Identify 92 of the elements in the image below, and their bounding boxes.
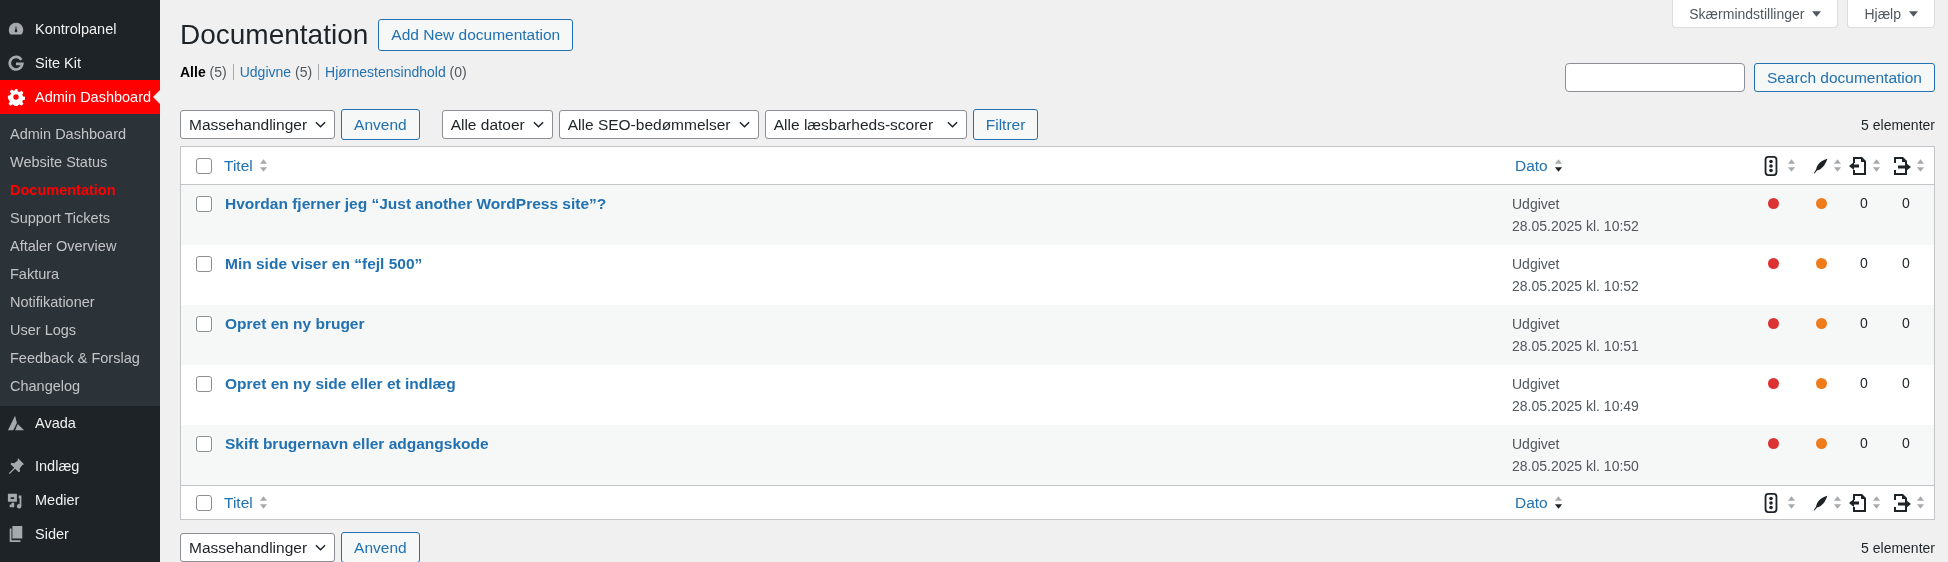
column-header[interactable]: Dato — [1512, 156, 1548, 175]
gear-icon — [7, 88, 25, 106]
checkbox[interactable] — [196, 196, 212, 212]
post-title-link[interactable]: Opret en ny bruger — [221, 315, 365, 333]
post-status: Udgivet — [1512, 255, 1560, 273]
chevron-icon — [738, 120, 750, 129]
link-count: 0 — [1901, 315, 1910, 331]
sort-icon[interactable] — [1553, 494, 1563, 511]
menu-item[interactable]: Admin Dashboard — [0, 80, 160, 114]
g-icon — [7, 54, 25, 72]
link-count: 0 — [1901, 195, 1910, 211]
document-arrow-icon — [1848, 155, 1868, 176]
link-count: 0 — [1901, 435, 1910, 451]
mountain-icon — [7, 414, 25, 432]
filter-select[interactable]: Alle SEO-bedømmelser — [558, 110, 759, 139]
checkbox[interactable] — [196, 376, 212, 392]
checkbox[interactable] — [196, 494, 212, 511]
menu-item[interactable]: Medier — [0, 483, 160, 517]
post-title-link[interactable]: Min side viser en “fejl 500” — [221, 255, 423, 273]
link-count: 0 — [1859, 375, 1868, 391]
submenu-item[interactable]: User Logs — [0, 316, 160, 344]
pin-icon — [7, 457, 25, 475]
document-arrow-icon — [1892, 155, 1912, 176]
link-count: 0 — [1901, 255, 1910, 271]
document-arrow-icon — [1848, 492, 1868, 513]
link-count: 0 — [1901, 375, 1910, 391]
sort-icon[interactable] — [1553, 157, 1563, 174]
link-count: 0 — [1859, 315, 1868, 331]
view-link[interactable]: Hjørnestensindhold (0) — [318, 64, 467, 80]
submenu-item[interactable]: Support Tickets — [0, 204, 160, 232]
menu-item[interactable]: Kontrolpanel — [0, 12, 160, 46]
submenu-item[interactable]: Feedback & Forslag — [0, 344, 160, 372]
post-status: Udgivet — [1512, 315, 1560, 333]
filter-select[interactable]: Alle læsbarheds-scorer — [764, 110, 967, 139]
menu-item[interactable]: Indlæg — [0, 449, 160, 483]
checkbox[interactable] — [196, 316, 212, 332]
page-title: Documentation — [180, 18, 369, 51]
add-new-button[interactable]: Add New documentation — [378, 18, 574, 51]
screen-tab[interactable]: Hjælp — [1847, 0, 1935, 28]
column-header[interactable]: Titel — [221, 493, 253, 512]
item-count: 5 elementer — [1861, 116, 1935, 133]
pages-icon — [7, 525, 25, 543]
post-title-link[interactable]: Opret en ny side eller et indlæg — [221, 375, 456, 393]
filter-select[interactable]: Alle datoer — [441, 110, 553, 139]
document-arrow-icon — [1892, 492, 1912, 513]
column-header[interactable]: Dato — [1512, 493, 1548, 512]
column-header[interactable]: Titel — [221, 156, 253, 175]
post-status: Udgivet — [1512, 435, 1560, 453]
post-date: 28.05.2025 kl. 10:52 — [1512, 217, 1639, 235]
link-count: 0 — [1859, 435, 1868, 451]
view-link[interactable]: Udgivne (5) — [232, 64, 313, 80]
menu-item[interactable]: Site Kit — [0, 46, 160, 80]
post-title-link[interactable]: Skift brugernavn eller adgangskode — [221, 435, 489, 453]
post-date: 28.05.2025 kl. 10:49 — [1512, 397, 1639, 415]
chevron-icon — [946, 120, 958, 129]
apply-button[interactable]: Anvend — [341, 109, 420, 140]
chevron-icon — [532, 120, 544, 129]
submenu-item[interactable]: Notifikationer — [0, 288, 160, 316]
link-count: 0 — [1859, 195, 1868, 211]
post-date: 28.05.2025 kl. 10:50 — [1512, 457, 1639, 475]
submenu-item[interactable]: Website Status — [0, 148, 160, 176]
search-button[interactable]: Search documentation — [1753, 63, 1935, 92]
traffic-light-icon — [1763, 492, 1779, 513]
post-title-link[interactable]: Hvordan fjerner jeg “Just another WordPress site”? — [221, 195, 607, 213]
checkbox[interactable] — [196, 436, 212, 452]
submenu-item[interactable]: Changelog — [0, 372, 160, 400]
post-status: Udgivet — [1512, 375, 1560, 393]
menu-item[interactable]: Avada — [0, 406, 160, 440]
caret-icon — [1812, 10, 1822, 17]
submenu-item[interactable]: Aftaler Overview — [0, 232, 160, 260]
filter-button[interactable]: Filtrer — [972, 109, 1039, 140]
submenu-item[interactable]: Admin Dashboard — [0, 120, 160, 148]
checkbox[interactable] — [196, 157, 212, 174]
chevron-icon — [315, 543, 327, 552]
view-link[interactable]: Alle (5) — [180, 64, 227, 80]
apply-button[interactable]: Anvend — [341, 532, 420, 562]
current-pointer — [153, 90, 160, 104]
chevron-icon — [315, 120, 327, 129]
post-date: 28.05.2025 kl. 10:52 — [1512, 277, 1639, 295]
search-field[interactable] — [1564, 63, 1745, 92]
caret-icon — [1909, 10, 1918, 17]
submenu-item[interactable]: Faktura — [0, 260, 160, 288]
post-date: 28.05.2025 kl. 10:51 — [1512, 337, 1639, 355]
post-status: Udgivet — [1512, 195, 1560, 213]
item-count: 5 elementer — [1861, 539, 1935, 556]
traffic-light-icon — [1763, 155, 1779, 176]
menu-item[interactable]: Sider — [0, 517, 160, 551]
checkbox[interactable] — [196, 256, 212, 272]
bulk-actions-select[interactable]: Massehandlinger — [180, 533, 336, 562]
bulk-actions-select[interactable]: Massehandlinger — [180, 110, 336, 139]
link-count: 0 — [1859, 255, 1868, 271]
screen-tab[interactable]: Skærmindstillinger — [1672, 0, 1839, 28]
